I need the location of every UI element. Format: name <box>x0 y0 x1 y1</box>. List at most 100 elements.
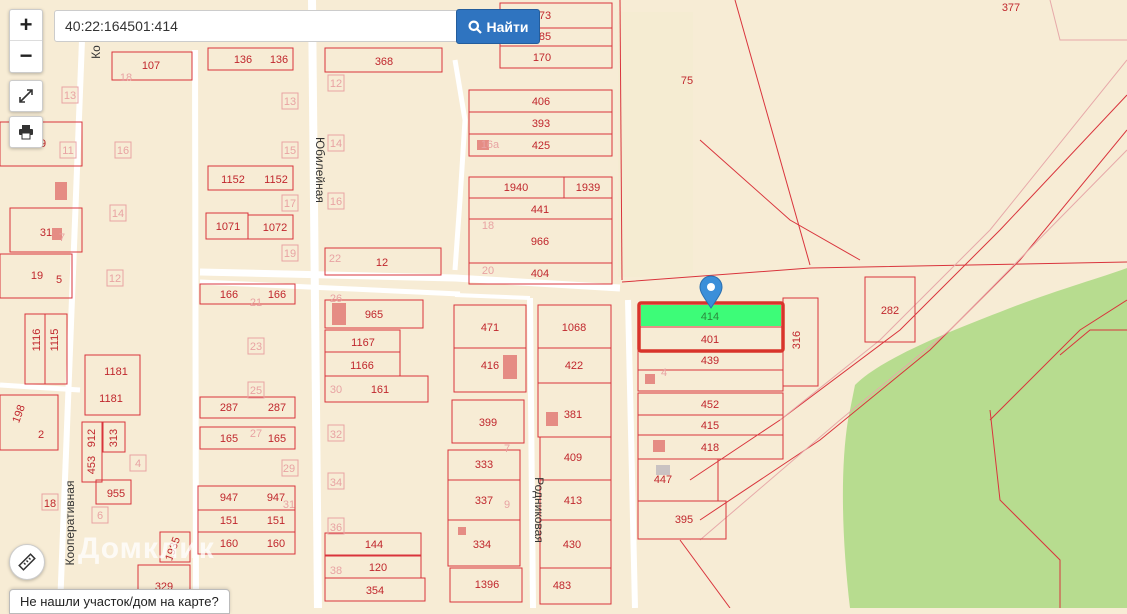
print-button[interactable] <box>9 116 43 148</box>
parcel-label: 31 <box>283 499 295 511</box>
parcel-label: 9 <box>504 499 510 511</box>
parcel-label: 334 <box>473 539 491 551</box>
parcel-label: 165 <box>268 433 286 445</box>
parcel-label: 36 <box>330 522 342 534</box>
parcel-label: 447 <box>654 474 672 486</box>
parcel-label: 120 <box>369 562 387 574</box>
parcel-label: 1072 <box>263 222 287 234</box>
parcel-label: 368 <box>375 56 393 68</box>
house-number: 13 <box>284 96 296 108</box>
search-button-label: Найти <box>486 18 529 35</box>
parcel-label: 947 <box>220 492 238 504</box>
parcel-label: 337 <box>475 495 493 507</box>
cadastral-map[interactable]: 373 385 170 75 377 406 393 425 16а 1940 … <box>0 0 1127 608</box>
parcel-label: 1167 <box>351 337 375 349</box>
parcel-label: 965 <box>365 309 383 321</box>
parcel-label: 21 <box>250 297 262 309</box>
parcel-label: 1152 <box>221 174 245 186</box>
house-number: 12 <box>109 273 121 285</box>
street-name: Ко <box>89 45 103 59</box>
parcel-label: 38 <box>330 565 342 577</box>
parcel-label: 416 <box>481 360 499 372</box>
parcel-label: 1396 <box>475 579 499 591</box>
parcel-label: 23 <box>250 341 262 353</box>
parcel-label: 1071 <box>216 221 240 233</box>
parcel-label: 107 <box>142 60 160 72</box>
parcel-label: 20 <box>482 265 494 277</box>
parcel-label: 453 <box>86 456 98 474</box>
parcel-label: 415 <box>701 420 719 432</box>
parcel-label: 25 <box>250 385 262 397</box>
parcel-label: 413 <box>564 495 582 507</box>
house-number: 4 <box>135 458 141 470</box>
parcel-label: 1115 <box>49 329 61 352</box>
parcel-label: 75 <box>681 75 693 87</box>
house-number: 6 <box>97 510 103 522</box>
parcel-label: 430 <box>563 539 581 551</box>
house-number: 11 <box>62 145 73 157</box>
house-number: 13 <box>64 90 76 102</box>
parcel-label: 377 <box>1002 2 1020 14</box>
parcel-label: 2 <box>38 429 44 441</box>
parcel-label: 439 <box>701 355 719 367</box>
zoom-in-button[interactable]: + <box>10 10 42 41</box>
parcel-label: 1068 <box>562 322 586 334</box>
parcel-label: 955 <box>107 488 125 500</box>
parcel-label: 26 <box>330 293 342 305</box>
parcel-label: 441 <box>531 204 549 216</box>
parcel-label: 1152 <box>264 174 288 186</box>
parcel-label: 18 <box>120 72 132 84</box>
parcel-label: 32 <box>330 429 342 441</box>
parcel-label: 409 <box>564 452 582 464</box>
parcel-label: 5 <box>56 274 62 286</box>
watermark: Домклик <box>78 532 215 565</box>
parcel-label: 7 <box>59 232 65 244</box>
search-button[interactable]: Найти <box>456 9 540 44</box>
parcel-label: 406 <box>532 96 550 108</box>
parcel-label: 29 <box>283 463 295 475</box>
measure-button[interactable] <box>9 544 45 580</box>
parcel-label: 151 <box>267 515 285 527</box>
parcel-label: 151 <box>220 515 238 527</box>
parcel-label: 144 <box>365 539 383 551</box>
parcel-label: 452 <box>701 399 719 411</box>
parcel-label: 395 <box>675 514 693 526</box>
house-number: 15 <box>284 145 296 157</box>
ruler-icon <box>18 553 36 571</box>
street-name: Юбилейная <box>313 137 327 203</box>
not-found-link[interactable]: Не нашли участок/дом на карте? <box>9 589 230 614</box>
parcel-label: 316 <box>791 331 803 349</box>
parcel-label: 27 <box>250 428 262 440</box>
parcel-label: 1181 <box>99 393 123 405</box>
parcel-label: 282 <box>881 305 899 317</box>
parcel-label: 425 <box>532 140 550 152</box>
zoom-out-button[interactable]: − <box>10 41 42 71</box>
street-name: Кооперативная <box>63 481 77 566</box>
parcel-label: 333 <box>475 459 493 471</box>
parcel-label: 18 <box>44 498 56 510</box>
house-number: 14 <box>112 208 124 220</box>
parcel-label: 1940 <box>504 182 528 194</box>
fullscreen-button[interactable] <box>9 80 43 112</box>
parcel-label: 136 <box>234 54 252 66</box>
parcel-label: 381 <box>564 409 582 421</box>
house-number: 16 <box>330 196 342 208</box>
parcel-label: 422 <box>565 360 583 372</box>
parcel-label: 161 <box>371 384 389 396</box>
parcel-label: 19 <box>31 270 43 282</box>
parcel-label: 313 <box>108 429 120 447</box>
parcel-label: 160 <box>220 538 238 550</box>
parcel-label: 404 <box>531 268 549 280</box>
parcel-label: 136 <box>270 54 288 66</box>
parcel-label: 30 <box>330 384 342 396</box>
house-number: 19 <box>284 248 296 260</box>
house-number: 14 <box>330 138 342 150</box>
parcel-label: 966 <box>531 236 549 248</box>
parcel-label: 1166 <box>350 360 374 372</box>
parcel-label: 1181 <box>104 366 128 378</box>
parcel-label: 393 <box>532 118 550 130</box>
search-input[interactable] <box>54 10 462 42</box>
parcel-label: 165 <box>220 433 238 445</box>
parcel-label: 160 <box>267 538 285 550</box>
parcel-label: 354 <box>366 585 384 597</box>
